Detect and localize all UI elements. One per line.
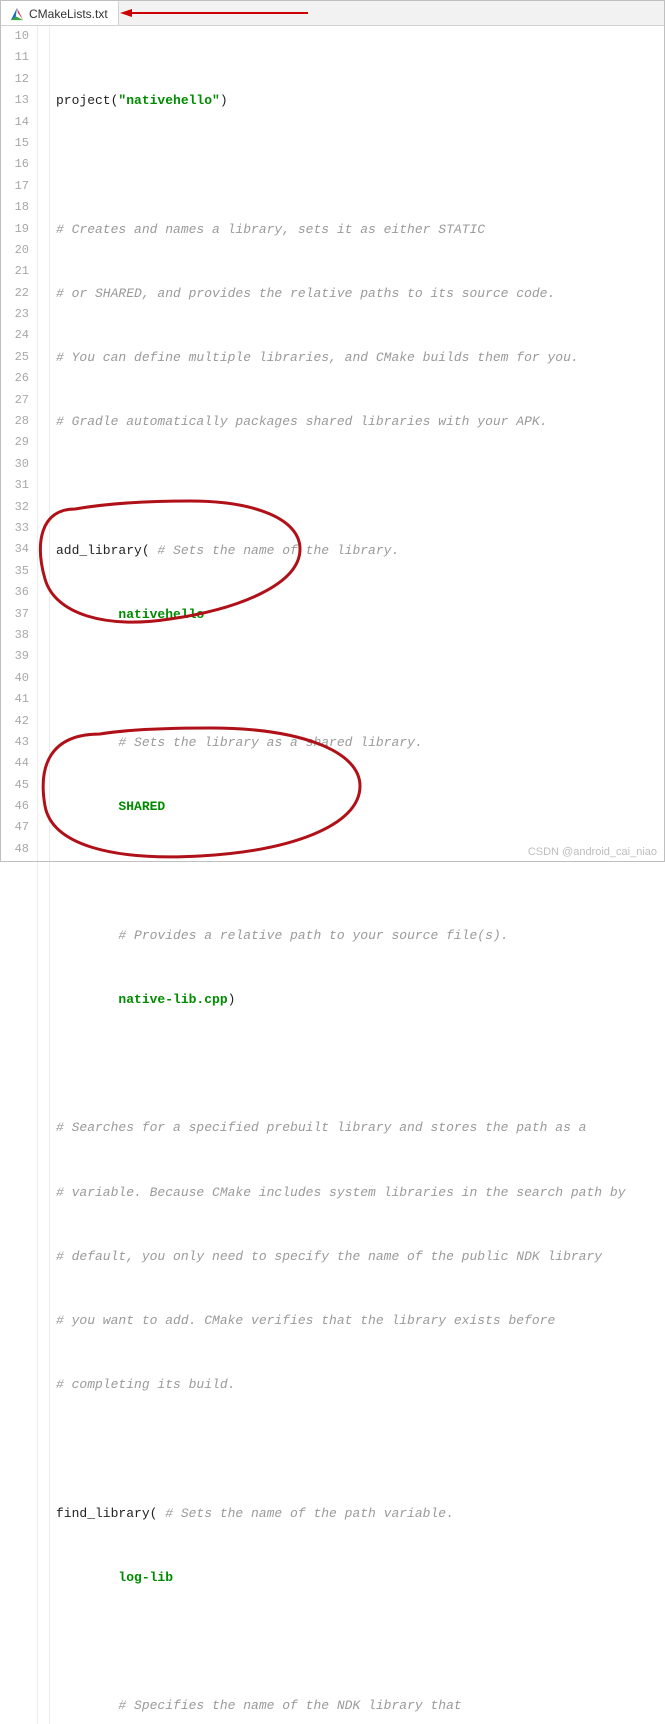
line-number: 13	[0, 90, 29, 111]
code-text: log-lib	[118, 1570, 173, 1585]
line-number: 25	[0, 347, 29, 368]
code-area[interactable]: project("nativehello") # Creates and nam…	[50, 26, 665, 1724]
line-number: 35	[0, 561, 29, 582]
watermark: CSDN @android_cai_niao	[528, 846, 657, 858]
code-text: )	[228, 992, 236, 1007]
line-number: 46	[0, 796, 29, 817]
line-number: 48	[0, 839, 29, 860]
line-number: 47	[0, 817, 29, 838]
line-number: 24	[0, 325, 29, 346]
code-text: )	[220, 93, 228, 108]
margin-strip	[38, 26, 50, 1724]
code-comment: # Provides a relative path to your sourc…	[118, 928, 508, 943]
line-number: 31	[0, 475, 29, 496]
code-text: "nativehello"	[118, 93, 219, 108]
code-text: find_library(	[56, 1506, 165, 1521]
code-text: nativehello	[118, 607, 204, 622]
line-number: 45	[0, 775, 29, 796]
code-comment: # Specifies the name of the NDK library …	[118, 1698, 461, 1713]
line-number: 22	[0, 283, 29, 304]
code-comment: # default, you only need to specify the …	[56, 1249, 602, 1264]
line-number: 27	[0, 390, 29, 411]
cmake-icon	[10, 7, 24, 21]
annotation-arrow	[120, 8, 310, 22]
code-comment: # completing its build.	[56, 1377, 235, 1392]
line-number: 12	[0, 69, 29, 90]
line-number: 39	[0, 646, 29, 667]
line-number: 10	[0, 26, 29, 47]
tab-label: CMakeLists.txt	[29, 7, 108, 21]
code-text: SHARED	[118, 799, 165, 814]
code-comment: # Sets the name of the path variable.	[165, 1506, 454, 1521]
line-number: 33	[0, 518, 29, 539]
code-comment: # you want to add. CMake verifies that t…	[56, 1313, 555, 1328]
line-number: 26	[0, 368, 29, 389]
code-comment: # Searches for a specified prebuilt libr…	[56, 1120, 587, 1135]
code-comment: # You can define multiple libraries, and…	[56, 350, 579, 365]
code-text: add_library(	[56, 543, 157, 558]
code-editor: 1011121314151617181920212223242526272829…	[0, 26, 665, 1724]
line-number: 42	[0, 711, 29, 732]
line-number: 37	[0, 604, 29, 625]
line-number: 44	[0, 753, 29, 774]
line-number-gutter: 1011121314151617181920212223242526272829…	[0, 26, 38, 1724]
line-number: 29	[0, 432, 29, 453]
code-comment: # or SHARED, and provides the relative p…	[56, 286, 555, 301]
line-number: 23	[0, 304, 29, 325]
line-number: 40	[0, 668, 29, 689]
code-comment: # Gradle automatically packages shared l…	[56, 414, 547, 429]
line-number: 30	[0, 454, 29, 475]
code-comment: # Sets the name of the library.	[157, 543, 399, 558]
line-number: 18	[0, 197, 29, 218]
code-comment: # Sets the library as a shared library.	[118, 735, 422, 750]
line-number: 34	[0, 539, 29, 560]
line-number: 38	[0, 625, 29, 646]
line-number: 28	[0, 411, 29, 432]
line-number: 43	[0, 732, 29, 753]
line-number: 21	[0, 261, 29, 282]
line-number: 11	[0, 47, 29, 68]
line-number: 36	[0, 582, 29, 603]
tab-bar: CMakeLists.txt	[0, 0, 665, 26]
code-text: native-lib.cpp	[118, 992, 227, 1007]
line-number: 14	[0, 112, 29, 133]
line-number: 16	[0, 154, 29, 175]
line-number: 41	[0, 689, 29, 710]
line-number: 32	[0, 497, 29, 518]
code-comment: # variable. Because CMake includes syste…	[56, 1185, 626, 1200]
line-number: 17	[0, 176, 29, 197]
code-comment: # Creates and names a library, sets it a…	[56, 222, 485, 237]
line-number: 20	[0, 240, 29, 261]
code-text: project(	[56, 93, 118, 108]
line-number: 15	[0, 133, 29, 154]
line-number: 19	[0, 219, 29, 240]
tab-cmakelists[interactable]: CMakeLists.txt	[0, 0, 119, 25]
